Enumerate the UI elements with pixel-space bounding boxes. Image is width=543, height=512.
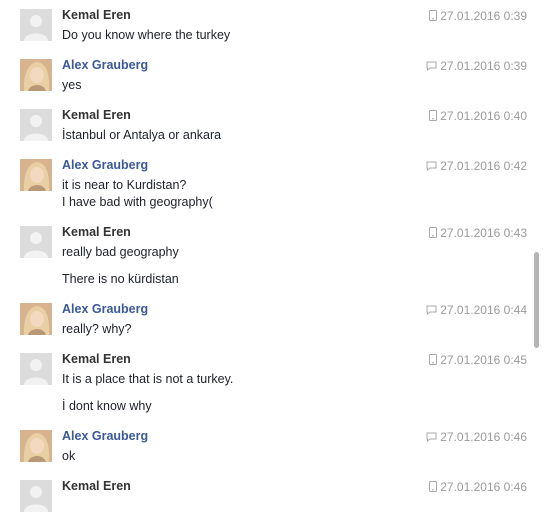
message-text: ok [62, 449, 76, 463]
message-time: 27.01.2016 0:43 [440, 226, 527, 240]
message-text: Do you know where the turkey [62, 28, 231, 42]
mobile-icon [429, 353, 438, 369]
avatar[interactable] [20, 303, 52, 335]
message-time: 27.01.2016 0:39 [440, 59, 527, 73]
mobile-icon [429, 9, 438, 25]
message-time: 27.01.2016 0:40 [440, 109, 527, 123]
message-text: yes [62, 78, 82, 92]
message-text: really bad geography [62, 245, 179, 259]
author-name[interactable]: Alex Grauberg [62, 157, 148, 173]
avatar[interactable] [20, 159, 52, 191]
author-name[interactable]: Kemal Eren [62, 224, 131, 240]
message-text: There is no kürdistan [62, 272, 179, 286]
chat-icon [426, 430, 437, 446]
author-name[interactable]: Kemal Eren [62, 107, 131, 123]
message-time: 27.01.2016 0:46 [440, 480, 527, 494]
scrollbar-thumb[interactable] [534, 252, 539, 348]
avatar[interactable] [20, 480, 52, 512]
message-time: 27.01.2016 0:45 [440, 353, 527, 367]
message-time: 27.01.2016 0:44 [440, 303, 527, 317]
avatar[interactable] [20, 59, 52, 91]
message-meta: 27.01.2016 0:40 [429, 108, 527, 125]
avatar[interactable] [20, 109, 52, 141]
author-name[interactable]: Kemal Eren [62, 351, 131, 367]
avatar[interactable] [20, 430, 52, 462]
message-meta: 27.01.2016 0:43 [429, 225, 527, 242]
mobile-icon [429, 226, 438, 242]
message-meta: 27.01.2016 0:39 [426, 58, 527, 75]
message-meta: 27.01.2016 0:45 [429, 352, 527, 369]
avatar[interactable] [20, 226, 52, 258]
message-meta: 27.01.2016 0:44 [426, 302, 527, 319]
message-time: 27.01.2016 0:39 [440, 9, 527, 23]
author-name[interactable]: Alex Grauberg [62, 57, 148, 73]
avatar[interactable] [20, 9, 52, 41]
message-text: İ dont know why [62, 399, 152, 413]
author-name[interactable]: Kemal Eren [62, 7, 131, 23]
message-meta: 27.01.2016 0:42 [426, 158, 527, 175]
message-text: it is near to Kurdistan? [62, 178, 187, 192]
author-name[interactable]: Kemal Eren [62, 478, 131, 494]
message-meta: 27.01.2016 0:46 [429, 479, 527, 496]
message-text: really? why? [62, 322, 132, 336]
mobile-icon [429, 109, 438, 125]
message-text: İstanbul or Antalya or ankara [62, 128, 222, 142]
message-time: 27.01.2016 0:46 [440, 430, 527, 444]
message-text: It is a place that is not a turkey. [62, 372, 234, 386]
chat-icon [426, 59, 437, 75]
avatar[interactable] [20, 353, 52, 385]
message-meta: 27.01.2016 0:46 [426, 429, 527, 446]
message-text: I have bad with geography( [62, 195, 213, 209]
chat-icon [426, 303, 437, 319]
chat-icon [426, 159, 437, 175]
author-name[interactable]: Alex Grauberg [62, 301, 148, 317]
message-meta: 27.01.2016 0:39 [429, 8, 527, 25]
mobile-icon [429, 480, 438, 496]
message-time: 27.01.2016 0:42 [440, 159, 527, 173]
author-name[interactable]: Alex Grauberg [62, 428, 148, 444]
